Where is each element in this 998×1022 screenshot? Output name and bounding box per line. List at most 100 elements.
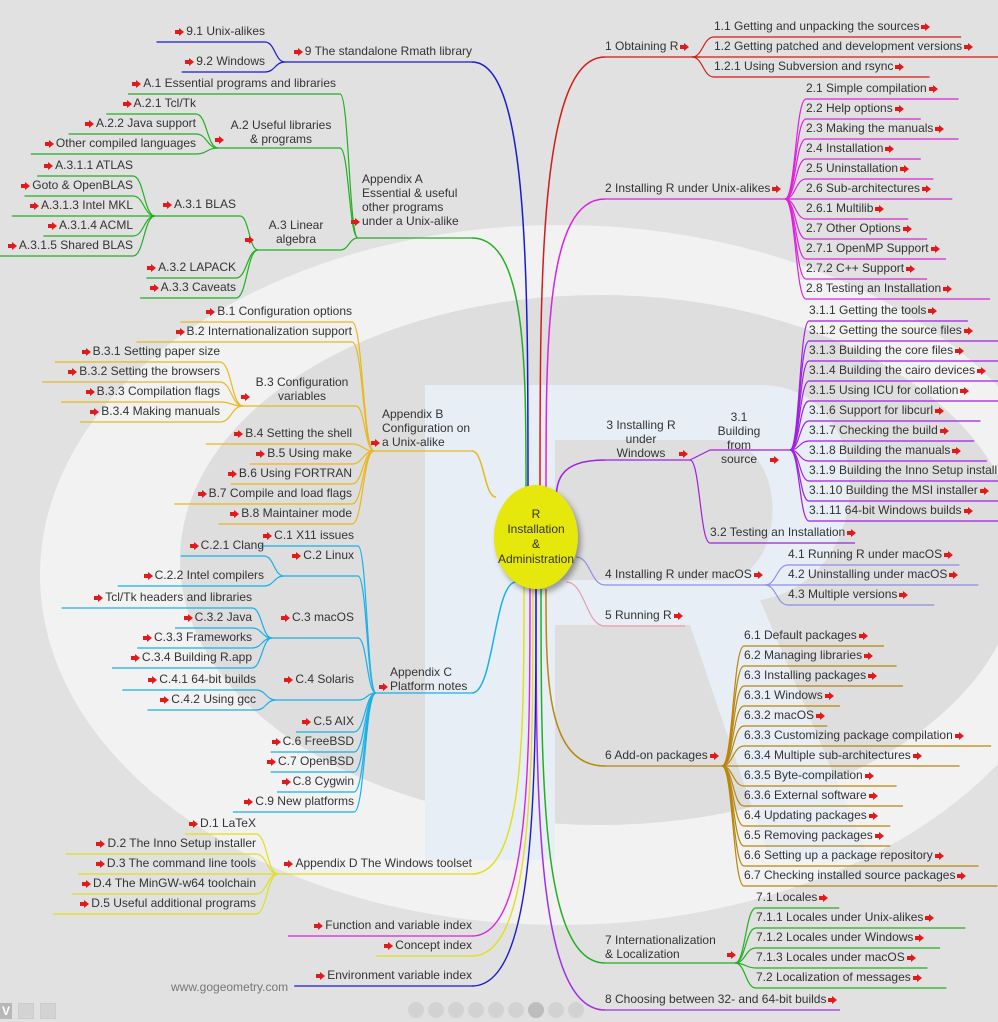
red-arrow-icon[interactable] — [162, 200, 172, 209]
red-arrow-icon[interactable] — [227, 469, 237, 478]
topic-node[interactable]: 4.2 Uninstalling under macOS — [788, 567, 960, 581]
red-arrow-icon[interactable] — [864, 651, 874, 660]
topic-node[interactable]: 6.5 Removing packages — [744, 828, 886, 842]
red-arrow-icon[interactable] — [206, 307, 216, 316]
topic-node[interactable]: Tcl/Tk headers and libraries — [92, 590, 252, 604]
red-arrow-icon[interactable] — [915, 933, 925, 942]
red-arrow-icon[interactable] — [874, 831, 884, 840]
topic-node[interactable]: 1.2 Getting patched and development vers… — [714, 39, 975, 53]
topic-node[interactable]: 3 Installing R under Windows — [605, 418, 690, 460]
red-arrow-icon[interactable] — [828, 995, 838, 1004]
topic-node[interactable]: 4 Installing R under macOS — [605, 567, 765, 581]
central-node[interactable]: R Installation & Administration — [494, 485, 578, 589]
red-arrow-icon[interactable] — [864, 771, 874, 780]
topic-node[interactable]: 6.3.6 External software — [744, 788, 880, 802]
red-arrow-icon[interactable] — [930, 244, 940, 253]
topic-node[interactable]: B.8 Maintainer mode — [228, 506, 352, 520]
red-arrow-icon[interactable] — [84, 119, 94, 128]
topic-node[interactable]: 3.1.1 Getting the tools — [809, 303, 939, 317]
topic-node[interactable]: 8 Choosing between 32- and 64-bit builds — [605, 992, 839, 1006]
topic-node[interactable]: 6.3.5 Byte-compilation — [744, 768, 876, 782]
red-arrow-icon[interactable] — [894, 104, 904, 113]
red-arrow-icon[interactable] — [772, 184, 782, 193]
topic-node[interactable]: 9.2 Windows — [183, 54, 265, 68]
red-arrow-icon[interactable] — [906, 953, 916, 962]
topic-node[interactable]: Appendix D The Windows toolset — [282, 856, 472, 870]
topic-node[interactable]: Goto & OpenBLAS — [19, 178, 133, 192]
red-arrow-icon[interactable] — [957, 871, 967, 880]
red-arrow-icon[interactable] — [770, 455, 779, 464]
red-arrow-icon[interactable] — [292, 551, 302, 560]
red-arrow-icon[interactable] — [80, 899, 90, 908]
red-arrow-icon[interactable] — [263, 531, 273, 540]
topic-node[interactable]: C.7 OpenBSD — [265, 754, 354, 768]
topic-node[interactable]: 2.7.2 C++ Support — [806, 261, 917, 275]
red-arrow-icon[interactable] — [824, 691, 834, 700]
red-arrow-icon[interactable] — [29, 201, 39, 210]
red-arrow-icon[interactable] — [94, 593, 104, 602]
topic-node[interactable]: 4.3 Multiple versions — [788, 587, 910, 601]
topic-node[interactable]: 3.1.9 Building the Inno Setup install — [809, 463, 997, 477]
topic-node[interactable]: 7.2 Localization of messages — [756, 970, 924, 984]
website-credit[interactable]: www.gogeometry.com — [171, 980, 288, 994]
topic-node[interactable]: 1.1 Getting and unpacking the sources — [714, 19, 932, 33]
topic-node[interactable]: C.4 Solaris — [282, 672, 354, 686]
topic-node[interactable]: C.5 AIX — [300, 714, 354, 728]
red-arrow-icon[interactable] — [215, 135, 224, 144]
topic-node[interactable]: 2.7 Other Options — [806, 221, 914, 235]
red-arrow-icon[interactable] — [68, 367, 78, 376]
red-arrow-icon[interactable] — [673, 611, 683, 620]
red-arrow-icon[interactable] — [954, 731, 964, 740]
topic-node[interactable]: 3.1.11 64-bit Windows builds — [809, 503, 975, 517]
red-arrow-icon[interactable] — [189, 541, 199, 550]
topic-node[interactable]: 2.6 Sub-architectures — [806, 181, 933, 195]
topic-node[interactable]: A.3 Linear algebra — [243, 218, 336, 246]
topic-node[interactable]: 6.7 Checking installed source packages — [744, 868, 968, 882]
red-arrow-icon[interactable] — [143, 571, 153, 580]
topic-node[interactable]: B.3 Configuration variables — [239, 375, 352, 403]
red-arrow-icon[interactable] — [816, 711, 826, 720]
topic-node[interactable]: A.2 Useful libraries & programs — [213, 118, 336, 146]
viewer-nav-button[interactable] — [568, 1002, 584, 1018]
viewer-nav-button[interactable] — [528, 1002, 544, 1018]
topic-node[interactable]: D.3 The command line tools — [94, 856, 256, 870]
topic-node[interactable]: 3.1.2 Getting the source files — [809, 323, 975, 337]
red-arrow-icon[interactable] — [284, 859, 294, 868]
topic-node[interactable]: 9.1 Unix-alikes — [173, 24, 265, 38]
viewer-nav-button[interactable] — [428, 1002, 444, 1018]
topic-node[interactable]: C.3.4 Building R.app — [129, 650, 252, 664]
viewer-nav-button[interactable] — [488, 1002, 504, 1018]
red-arrow-icon[interactable] — [44, 161, 54, 170]
topic-node[interactable]: B.3.3 Compilation flags — [84, 384, 220, 398]
topic-node[interactable]: 2.1 Simple compilation — [806, 81, 940, 95]
topic-node[interactable]: D.2 The Inno Setup installer — [94, 836, 256, 850]
topic-node[interactable]: C.6 FreeBSD — [270, 734, 354, 748]
red-arrow-icon[interactable] — [280, 613, 290, 622]
red-arrow-icon[interactable] — [899, 590, 909, 599]
topic-node[interactable]: 3.1.6 Support for libcurl — [809, 403, 946, 417]
red-arrow-icon[interactable] — [928, 84, 938, 93]
red-arrow-icon[interactable] — [244, 797, 254, 806]
red-arrow-icon[interactable] — [949, 570, 959, 579]
topic-node[interactable]: B.6 Using FORTRAN — [226, 466, 352, 480]
red-arrow-icon[interactable] — [709, 751, 719, 760]
red-arrow-icon[interactable] — [858, 631, 868, 640]
topic-node[interactable]: 7.1 Locales — [756, 890, 830, 904]
topic-node[interactable]: Appendix B Configuration on a Unix-alike — [369, 407, 472, 449]
topic-node[interactable]: B.7 Compile and load flags — [196, 486, 352, 500]
red-arrow-icon[interactable] — [928, 306, 938, 315]
red-arrow-icon[interactable] — [727, 950, 736, 959]
viewer-nav-button[interactable] — [408, 1002, 424, 1018]
topic-node[interactable]: B.4 Setting the shell — [232, 426, 352, 440]
red-arrow-icon[interactable] — [819, 893, 829, 902]
red-arrow-icon[interactable] — [868, 671, 878, 680]
fit-view-button[interactable] — [18, 1003, 34, 1019]
topic-node[interactable]: C.4.1 64-bit builds — [146, 672, 256, 686]
topic-node[interactable]: C.2 Linux — [290, 548, 354, 562]
topic-node[interactable]: 1.2.1 Using Subversion and rsync — [714, 59, 906, 73]
red-arrow-icon[interactable] — [230, 509, 240, 518]
topic-node[interactable]: D.4 The MinGW-w64 toolchain — [80, 876, 256, 890]
topic-node[interactable]: C.2.1 Clang — [188, 538, 264, 552]
red-arrow-icon[interactable] — [256, 449, 266, 458]
viewer-nav-button[interactable] — [548, 1002, 564, 1018]
